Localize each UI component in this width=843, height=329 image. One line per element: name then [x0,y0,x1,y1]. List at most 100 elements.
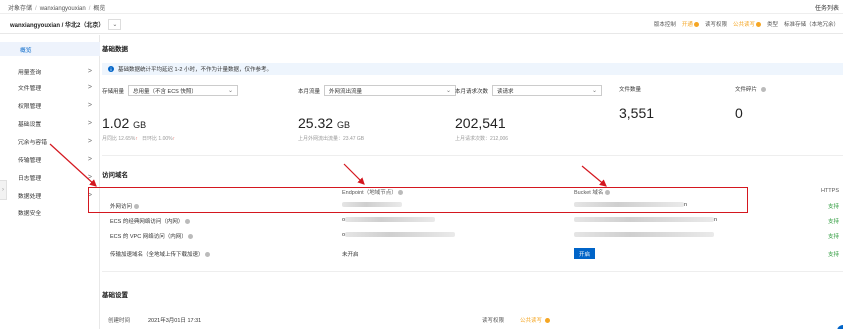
stat-storage: 存储用量 总用量（不含 ECS 快照） ⌄ [102,85,239,96]
sidebar-item-label: 日志管理 [18,175,42,182]
help-icon[interactable] [184,219,190,225]
row-bucket-domain[interactable]: n [574,202,687,208]
https-support: 支持 [827,252,839,258]
chevron-down-icon: ⌄ [591,88,598,94]
version-control-value: 开通 [682,20,699,28]
sidebar-item-label: 传输管理 [18,157,42,164]
sidebar-item-basic-settings[interactable]: 基础设置 > [0,116,100,130]
chevron-down-icon[interactable]: ⌄ [108,19,122,30]
notice-banner: i 基础数据统计平均延迟 1-2 小时，不作为计量数据，仅作参考。 [102,63,843,75]
sidebar-item-label: 文件管理 [18,85,42,92]
stat-fragments: 文件碎片 [735,85,767,93]
chevron-right-icon: > [87,101,92,109]
help-icon[interactable] [604,190,610,196]
sidebar-item-label: 权限管理 [18,103,42,110]
breadcrumb-bucket[interactable]: wanxiangyouxian [40,6,86,12]
chevron-right-icon: > [87,137,92,145]
table-row: 传输加速域名（全地域上传下载加速） 未开启 开启 支持 [102,248,843,260]
help-icon[interactable] [398,190,404,196]
bucket-name: wanxiangyouxian / 华北2（北京） [10,23,105,29]
stat-requests: 本月请求次数 读请求 ⌄ [455,85,603,96]
acl-label: 读写权限 [704,22,727,28]
divider [102,271,843,272]
sidebar-item-overview[interactable]: 概览 [0,42,100,56]
sidebar: 概览 用量查询 > 文件管理 > 权限管理 > 基础设置 > 冗余与容错 > 传输管理 > … [0,35,100,329]
bucket-meta: 版本控制 开通 读写权限 公共读写 类型 标准存储（本地冗余） [654,20,839,28]
https-column-header: HTTPS [820,188,839,194]
stat-sub-traffic: 上月外网流出流量：23.47 GB [298,136,365,142]
stat-label: 本月流量 [298,88,321,95]
request-type-select[interactable]: 读请求 ⌄ [492,85,603,96]
info-icon: i [108,66,114,72]
table-row: ECS 的经典网络访问（内网） o n 支持 [102,215,843,227]
endpoint-column-header: Endpoint（地域节点） [342,188,404,196]
breadcrumb-root[interactable]: 对象存储 [8,6,32,12]
table-row: 外网访问 n 支持 [102,200,843,212]
stat-value-traffic: 25.32 GB [298,115,350,131]
stat-value-storage: 1.02 GB [102,115,147,131]
sidebar-collapse-handle[interactable]: › [0,180,7,200]
created-time-value: 2021年3月01日 17:31 [148,318,202,324]
sidebar-item-label: 数据安全 [18,210,42,217]
row-endpoint[interactable] [342,202,402,208]
traffic-type-select[interactable]: 外网流出流量 ⌄ [324,85,457,96]
acl-setting-label: 读写权限 [482,318,505,324]
redacted-text [342,202,402,208]
acl-setting-value: 公共读写 [520,316,550,324]
row-endpoint[interactable]: o [342,217,436,223]
sidebar-item-label: 概览 [20,47,32,54]
access-domain-title: 访问域名 [102,172,128,179]
stat-label: 本月请求次数 [455,88,489,95]
main-content: 基础数据 i 基础数据统计平均延迟 1-2 小时，不作为计量数据，仅作参考。 存… [102,35,843,329]
row-label: 传输加速域名（全地域上传下载加速） [110,250,211,258]
redacted-text [345,232,456,238]
stat-traffic: 本月流量 外网流出流量 ⌄ [298,85,457,96]
version-control-label: 版本控制 [653,22,676,28]
chevron-down-icon: ⌄ [227,88,234,94]
sidebar-item-label: 数据处理 [18,193,42,200]
sidebar-item-logs[interactable]: 日志管理 > [0,170,100,184]
created-time-label: 创建时间 [108,318,131,324]
basic-settings-title: 基础设置 [102,292,128,299]
bucket-bar: wanxiangyouxian / 华北2（北京） ⌄ 版本控制 开通 读写权限… [0,16,843,34]
stat-value-file-count: 3,551 [619,105,655,121]
sidebar-item-data-security[interactable]: 数据安全 [0,205,100,219]
help-icon[interactable] [133,204,139,210]
https-support: 支持 [827,204,839,210]
breadcrumb: 对象存储 / wanxiangyouxian / 概览 [8,3,105,12]
row-label: 外网访问 [110,202,139,210]
sidebar-item-redundancy[interactable]: 冗余与容错 > [0,134,100,148]
row-endpoint[interactable]: o [342,232,456,238]
bucket-domain-column-header: Bucket 域名 [574,188,610,196]
stat-sub-requests: 上月请求次数：212,006 [455,136,509,142]
stat-label: 存储用量 [102,88,125,95]
bucket-selector[interactable]: wanxiangyouxian / 华北2（北京） ⌄ [10,18,122,31]
warning-dot-icon [755,22,761,28]
type-label: 类型 [766,22,778,28]
https-support: 支持 [827,234,839,240]
storage-type-select[interactable]: 总用量（不含 ECS 快照） ⌄ [128,85,239,96]
redacted-text [574,232,714,238]
row-bucket-domain[interactable] [574,232,714,238]
floating-help-button[interactable] [837,325,843,329]
acl-value: 公共读写 [733,20,761,28]
sidebar-item-label: 基础设置 [18,121,42,128]
sidebar-item-transfer[interactable]: 传输管理 > [0,152,100,166]
help-icon[interactable] [205,252,211,258]
divider [102,155,843,156]
sidebar-item-usage[interactable]: 用量查询 > [0,64,100,78]
task-list-link[interactable]: 任务列表 [815,3,839,12]
row-bucket-domain[interactable]: n [574,217,717,223]
stat-value-requests: 202,541 [455,115,506,131]
table-row: ECS 的 VPC 网络访问（内网） o 支持 [102,230,843,242]
notice-text: 基础数据统计平均延迟 1-2 小时，不作为计量数据，仅作参考。 [118,67,273,73]
stat-label: 文件数量 [619,87,642,93]
sidebar-item-data-processing[interactable]: 数据处理 > [0,188,100,202]
sidebar-item-permissions[interactable]: 权限管理 > [0,98,100,112]
row-label: ECS 的 VPC 网络访问（内网） [110,232,194,240]
help-icon[interactable] [761,86,767,92]
chevron-right-icon: > [87,173,92,181]
enable-acceleration-button[interactable]: 开启 [574,248,595,259]
sidebar-item-files[interactable]: 文件管理 > [0,80,100,94]
help-icon[interactable] [188,234,194,240]
